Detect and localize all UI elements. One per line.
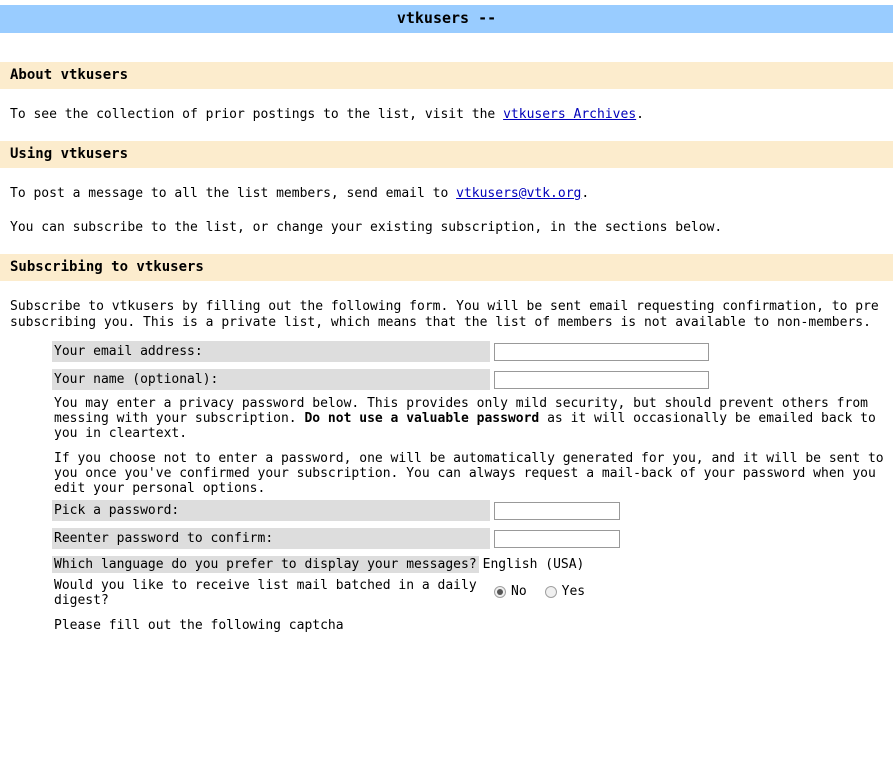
digest-radio-no-label: No — [511, 584, 527, 599]
email-field-cell — [490, 341, 709, 362]
section-heading-subscribing: Subscribing to vtkusers — [0, 254, 893, 281]
email-input[interactable] — [494, 342, 709, 361]
about-text-pre: To see the collection of prior postings … — [10, 107, 504, 122]
spacer-after-about-para — [0, 123, 893, 141]
vtkusers-archives-link[interactable]: vtkusers Archives — [503, 107, 636, 122]
password-form-table: Pick a password: Reenter password to con… — [52, 500, 620, 549]
spacer-below-title — [0, 33, 893, 62]
privacy-password-note: You may enter a privacy password below. … — [52, 390, 892, 445]
about-text-post: . — [636, 107, 644, 122]
table-row-spacer-2 — [52, 521, 620, 528]
spacer-subscribing — [0, 281, 893, 299]
language-row: Which language do you prefer to display … — [52, 549, 893, 573]
password-field-cell — [490, 500, 620, 521]
privacy-note-emphasis: Do not use a valuable password — [304, 411, 540, 426]
language-value[interactable]: English (USA) — [479, 557, 585, 572]
spacer-between-using-paras — [0, 202, 893, 220]
section-heading-about: About vtkusers — [0, 62, 893, 89]
page-title-bar: vtkusers -- — [0, 5, 893, 33]
password-confirm-label: Reenter password to confirm: — [52, 528, 490, 549]
name-field-cell — [490, 369, 709, 390]
table-row-password-confirm: Reenter password to confirm: — [52, 528, 620, 549]
spacer-cell — [490, 521, 620, 528]
name-label: Your name (optional): — [52, 369, 490, 390]
spacer-cell — [52, 521, 490, 528]
password-input[interactable] — [494, 501, 620, 520]
digest-question: Would you like to receive list mail batc… — [54, 578, 477, 608]
email-label: Your email address: — [52, 341, 490, 362]
digest-radio-yes[interactable] — [544, 585, 557, 598]
table-row-spacer-1 — [52, 362, 709, 369]
spacer-after-using — [0, 236, 893, 254]
subscribe-form-table: Your email address: Your name (optional)… — [52, 341, 709, 390]
subscribing-intro-line-1: Subscribe to vtkusers by filling out the… — [10, 299, 879, 314]
password-confirm-field-cell — [490, 528, 620, 549]
page-title: vtkusers -- — [396, 9, 497, 27]
spacer-about — [0, 89, 893, 107]
autogenerated-password-note: If you choose not to enter a password, o… — [54, 451, 884, 496]
using-post-paragraph: To post a message to all the list member… — [0, 186, 893, 202]
vtkusers-mailto-link[interactable]: vtkusers@vtk.org — [456, 186, 581, 201]
spacer-cell — [490, 362, 709, 369]
subscribe-form: Your email address: Your name (optional)… — [0, 331, 893, 693]
using-subscribe-note: You can subscribe to the list, or change… — [10, 220, 723, 235]
digest-options: No Yes — [494, 578, 603, 599]
table-row-email: Your email address: — [52, 341, 709, 362]
name-input[interactable] — [494, 370, 709, 389]
using-text-pre: To post a message to all the list member… — [10, 186, 457, 201]
digest-row: Would you like to receive list mail batc… — [52, 573, 893, 608]
captcha-prompt: Please fill out the following captcha — [54, 618, 344, 633]
using-text-post: . — [581, 186, 590, 201]
digest-radio-yes-label: Yes — [561, 584, 586, 599]
language-label: Which language do you prefer to display … — [52, 556, 479, 573]
password-confirm-input[interactable] — [494, 529, 620, 548]
captcha-image-placeholder — [52, 633, 352, 693]
subscribing-intro-line-2: subscribing you. This is a private list,… — [10, 315, 871, 330]
digest-radio-no[interactable] — [494, 585, 506, 598]
table-row-password: Pick a password: — [52, 500, 620, 521]
table-row-name: Your name (optional): — [52, 369, 709, 390]
password-label: Pick a password: — [52, 500, 490, 521]
section-heading-using: Using vtkusers — [0, 141, 893, 168]
spacer-cell — [52, 362, 490, 369]
spacer-using — [0, 168, 893, 186]
about-archives-paragraph: To see the collection of prior postings … — [0, 107, 893, 123]
